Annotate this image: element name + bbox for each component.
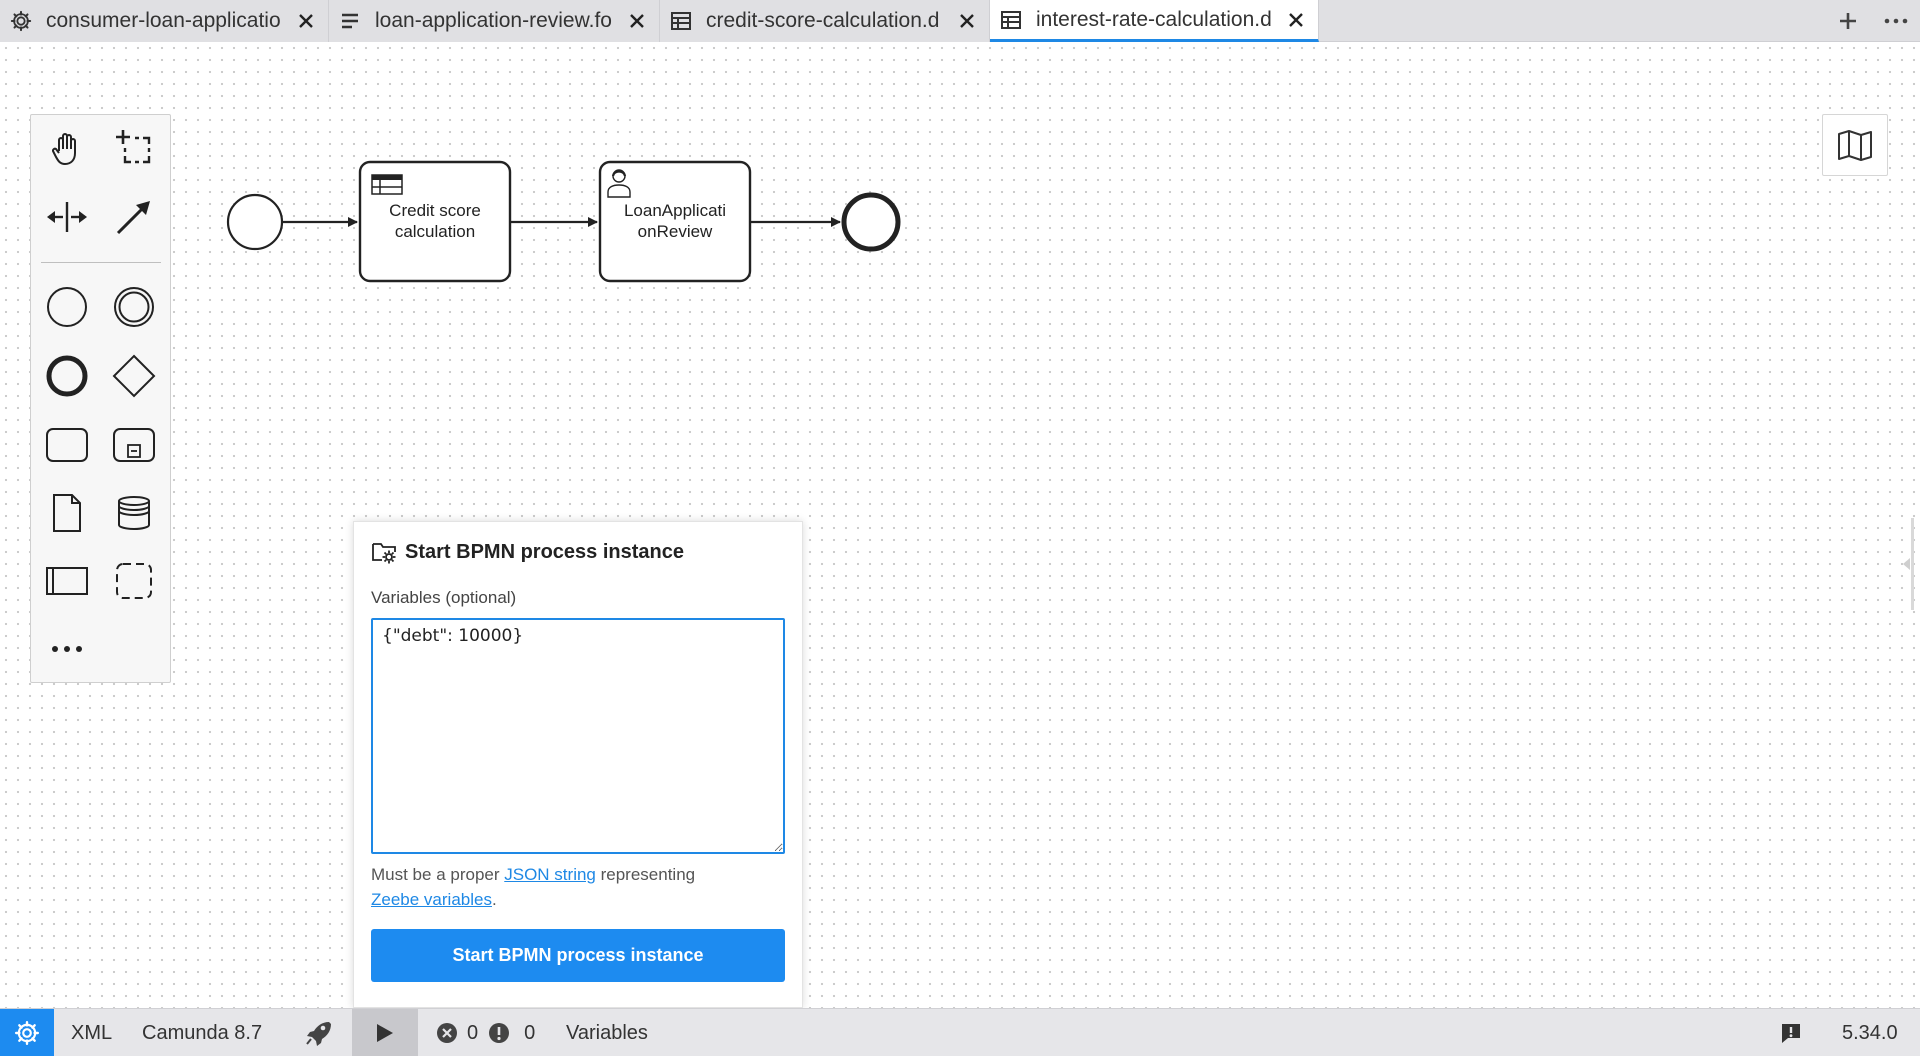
- start-instance-dialog: Start BPMN process instance Variables (o…: [353, 521, 803, 1008]
- gateway-tool[interactable]: [106, 348, 162, 404]
- start-event[interactable]: [226, 193, 284, 251]
- feedback-icon: [1782, 1024, 1800, 1043]
- app-version: 5.34.0: [1842, 1021, 1898, 1044]
- variables-input[interactable]: {"debt": 10000}: [371, 618, 785, 854]
- subprocess-icon: [113, 428, 155, 462]
- variables-button[interactable]: Variables: [566, 1009, 648, 1056]
- task-label-line: Credit score: [389, 201, 481, 220]
- end-event-icon: [46, 355, 88, 397]
- more-button[interactable]: [1872, 0, 1920, 42]
- variables-label: Variables (optional): [371, 588, 517, 607]
- tab-consumer-loan-application[interactable]: consumer-loan-applicatio: [0, 0, 329, 42]
- feedback-button[interactable]: [1780, 1009, 1802, 1056]
- task-tool[interactable]: [39, 417, 95, 473]
- close-icon[interactable]: [1288, 12, 1304, 28]
- task-label-line: LoanApplicati: [623, 201, 727, 220]
- tab-credit-score-calculation[interactable]: credit-score-calculation.d: [660, 0, 990, 42]
- rocket-icon: [306, 1022, 331, 1046]
- subprocess-tool[interactable]: [106, 417, 162, 473]
- chevron-left-icon[interactable]: [1903, 558, 1910, 570]
- help-text: .: [491, 890, 497, 909]
- modeler-canvas[interactable]: Credit score calculation LoanApplicati o…: [0, 42, 1920, 1043]
- play-icon: [377, 1024, 393, 1042]
- close-icon[interactable]: [629, 13, 645, 29]
- minimap-toggle-button[interactable]: [1822, 114, 1888, 176]
- tabbar-actions: [1824, 0, 1920, 42]
- data-store-icon: [118, 496, 150, 531]
- gateway-icon: [112, 354, 156, 398]
- error-count: 0: [467, 1021, 479, 1044]
- task-label-line: onReview: [637, 222, 713, 241]
- start-instance-button[interactable]: Start BPMN process instance: [371, 929, 785, 982]
- zeebe-variables-link[interactable]: Zeebe variables: [371, 890, 492, 909]
- gear-icon: [10, 10, 32, 32]
- close-icon[interactable]: [298, 13, 314, 29]
- settings-button[interactable]: [0, 1009, 54, 1056]
- start-instance-toggle[interactable]: [352, 1009, 418, 1056]
- json-string-link[interactable]: JSON string: [504, 865, 596, 884]
- plus-icon: [1840, 13, 1856, 29]
- bpmn-diagram: [226, 160, 901, 283]
- engine-version-button[interactable]: Camunda 8.7: [142, 1009, 262, 1056]
- more-icon: [1884, 18, 1908, 24]
- task-label-line: calculation: [394, 222, 476, 241]
- tab-bar: consumer-loan-applicatio loan-applicatio…: [0, 0, 1920, 42]
- group-tool[interactable]: [106, 553, 162, 609]
- tab-label: interest-rate-calculation.d: [1036, 7, 1272, 31]
- group-icon: [116, 563, 152, 599]
- data-object-tool[interactable]: [39, 485, 95, 541]
- problems-button[interactable]: 0 0: [436, 1009, 535, 1056]
- warning-icon: [489, 1023, 510, 1043]
- process-instance-icon: [372, 543, 396, 564]
- close-icon[interactable]: [959, 13, 975, 29]
- table-icon: [671, 12, 691, 30]
- pool-icon: [46, 567, 88, 595]
- tab-label: loan-application-review.fo: [375, 9, 612, 32]
- task-icon: [46, 428, 88, 462]
- xml-view-button[interactable]: XML: [71, 1009, 112, 1056]
- dialog-title: Start BPMN process instance: [405, 540, 684, 563]
- more-tools[interactable]: [39, 621, 95, 677]
- status-bar: XML Camunda 8.7 0 0 Variables 5.34.0: [0, 1008, 1920, 1056]
- business-rule-icon: [371, 174, 403, 195]
- end-event-tool[interactable]: [39, 348, 95, 404]
- help-text: representing: [595, 865, 696, 884]
- form-icon: [342, 13, 358, 29]
- table-icon: [1001, 10, 1021, 29]
- end-event[interactable]: [841, 192, 901, 252]
- tab-interest-rate-calculation[interactable]: interest-rate-calculation.d: [990, 0, 1319, 42]
- more-icon: [52, 646, 82, 652]
- loan-application-review-task-label: LoanApplicati onReview: [600, 200, 750, 242]
- variables-help-text: Must be a proper JSON string representin…: [371, 862, 791, 912]
- tab-label: consumer-loan-applicatio: [46, 9, 281, 32]
- properties-panel-handle[interactable]: [1911, 518, 1914, 610]
- data-store-tool[interactable]: [106, 485, 162, 541]
- dialog-header: Start BPMN process instance: [371, 540, 684, 564]
- map-icon: [1838, 130, 1872, 161]
- error-icon: [437, 1023, 457, 1043]
- pool-tool[interactable]: [39, 553, 95, 609]
- tab-loan-application-review[interactable]: loan-application-review.fo: [329, 0, 660, 42]
- gear-icon: [14, 1020, 40, 1046]
- help-text: Must be a proper: [371, 865, 505, 884]
- warning-count: 0: [524, 1021, 536, 1044]
- credit-score-task-label: Credit score calculation: [360, 200, 510, 242]
- new-tab-button[interactable]: [1824, 0, 1872, 42]
- tab-label: credit-score-calculation.d: [706, 9, 940, 32]
- data-object-icon: [53, 494, 81, 532]
- deploy-button[interactable]: [300, 1009, 336, 1056]
